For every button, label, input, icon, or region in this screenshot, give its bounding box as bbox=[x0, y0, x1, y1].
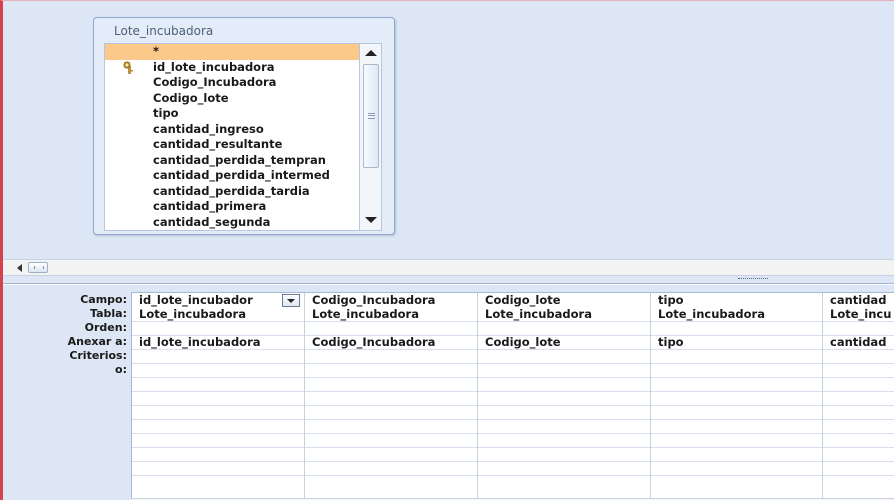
field-tipo[interactable]: tipo bbox=[105, 106, 359, 122]
grid-column-1[interactable]: id_lote_incubador Lote_incubadora id_lot… bbox=[132, 293, 305, 498]
row-label-campo: Campo: bbox=[80, 293, 127, 306]
o-cell[interactable] bbox=[651, 363, 822, 377]
row-label-o: o: bbox=[115, 363, 127, 376]
chevron-down-icon[interactable] bbox=[282, 294, 300, 307]
field-label: id_lote_incubadora bbox=[153, 59, 275, 74]
field-codigo-lote[interactable]: Codigo_lote bbox=[105, 91, 359, 107]
tabla-cell[interactable]: Lote_incubadora bbox=[132, 307, 304, 321]
field-id-lote-incubadora[interactable]: id_lote_incubadora bbox=[105, 60, 359, 76]
tabla-cell[interactable]: Lote_incubadora bbox=[305, 307, 477, 321]
row-label-anexar: Anexar a: bbox=[67, 335, 127, 348]
criterios-cell[interactable] bbox=[651, 349, 822, 363]
campo-cell[interactable]: Codigo_lote bbox=[478, 293, 650, 307]
criterios-cell[interactable] bbox=[305, 349, 477, 363]
field-cantidad-primera[interactable]: cantidad_primera bbox=[105, 199, 359, 215]
anexar-cell[interactable]: id_lote_incubadora bbox=[132, 335, 304, 349]
scroll-down-icon[interactable] bbox=[365, 217, 377, 223]
grid-column-4[interactable]: tipo Lote_incubadora tipo bbox=[651, 293, 823, 498]
orden-cell[interactable] bbox=[651, 321, 822, 335]
campo-cell[interactable]: Codigo_Incubadora bbox=[305, 293, 477, 307]
o-cell[interactable] bbox=[478, 363, 650, 377]
field-cantidad-segunda[interactable]: cantidad_segunda bbox=[105, 215, 359, 231]
grip-icon bbox=[368, 113, 375, 119]
splitter-grip-icon[interactable] bbox=[738, 278, 768, 280]
row-label-criterios: Criterios: bbox=[69, 349, 127, 362]
o-cell[interactable] bbox=[305, 363, 477, 377]
field-cantidad-perdida-tardia[interactable]: cantidad_perdida_tardia bbox=[105, 184, 359, 200]
field-list: * id_lote_incubadora Codigo_Incubadora C… bbox=[104, 43, 360, 231]
tabla-cell[interactable]: Lote_incu bbox=[823, 307, 894, 321]
field-codigo-incubadora[interactable]: Codigo_Incubadora bbox=[105, 75, 359, 91]
table-field-list-box[interactable]: Lote_incubadora * id_lote_incubadora Cod… bbox=[93, 17, 395, 235]
anexar-cell[interactable]: Codigo_lote bbox=[478, 335, 650, 349]
scroll-up-icon[interactable] bbox=[365, 50, 377, 56]
field-cantidad-perdida-intermedia[interactable]: cantidad_perdida_intermed bbox=[105, 168, 359, 184]
field-cantidad-resultante[interactable]: cantidad_resultante bbox=[105, 137, 359, 153]
anexar-cell[interactable]: tipo bbox=[651, 335, 822, 349]
campo-cell[interactable]: tipo bbox=[651, 293, 822, 307]
orden-cell[interactable] bbox=[305, 321, 477, 335]
key-icon bbox=[123, 61, 133, 74]
row-label-orden: Orden: bbox=[84, 321, 127, 334]
orden-cell[interactable] bbox=[478, 321, 650, 335]
tabla-cell[interactable]: Lote_incubadora bbox=[651, 307, 822, 321]
criterios-cell[interactable] bbox=[478, 349, 650, 363]
o-cell[interactable] bbox=[823, 363, 894, 377]
tabla-cell[interactable]: Lote_incubadora bbox=[478, 307, 650, 321]
campo-cell[interactable]: cantidad bbox=[823, 293, 894, 307]
anexar-cell[interactable]: cantidad bbox=[823, 335, 894, 349]
criterios-cell[interactable] bbox=[823, 349, 894, 363]
table-pane: Lote_incubadora * id_lote_incubadora Cod… bbox=[3, 1, 894, 259]
orden-cell[interactable] bbox=[132, 321, 304, 335]
campo-cell[interactable]: id_lote_incubador bbox=[132, 293, 304, 307]
anexar-cell[interactable]: Codigo_Incubadora bbox=[305, 335, 477, 349]
criterios-cell[interactable] bbox=[132, 349, 304, 363]
query-design-grid: id_lote_incubador Lote_incubadora id_lot… bbox=[131, 292, 894, 498]
scroll-left-icon[interactable] bbox=[17, 264, 22, 272]
grid-column-3[interactable]: Codigo_lote Lote_incubadora Codigo_lote bbox=[478, 293, 651, 498]
scroll-thumb[interactable] bbox=[28, 262, 48, 273]
pane-splitter[interactable] bbox=[3, 276, 894, 284]
field-cantidad-ingreso[interactable]: cantidad_ingreso bbox=[105, 122, 359, 138]
grid-row-labels: Campo: Tabla: Orden: Anexar a: Criterios… bbox=[3, 293, 131, 377]
grid-column-2[interactable]: Codigo_Incubadora Lote_incubadora Codigo… bbox=[305, 293, 478, 498]
o-cell[interactable] bbox=[132, 363, 304, 377]
field-all-star[interactable]: * bbox=[105, 44, 359, 60]
field-cantidad-perdida-temprana[interactable]: cantidad_perdida_tempran bbox=[105, 153, 359, 169]
grid-column-5[interactable]: cantidad Lote_incu cantidad bbox=[823, 293, 894, 498]
table-title: Lote_incubadora bbox=[114, 24, 214, 38]
field-list-scrollbar[interactable] bbox=[360, 43, 382, 231]
design-grid-pane: Campo: Tabla: Orden: Anexar a: Criterios… bbox=[3, 285, 894, 500]
scroll-thumb[interactable] bbox=[363, 64, 379, 168]
row-label-tabla: Tabla: bbox=[90, 307, 127, 320]
upper-horizontal-scrollbar[interactable] bbox=[3, 259, 894, 276]
orden-cell[interactable] bbox=[823, 321, 894, 335]
